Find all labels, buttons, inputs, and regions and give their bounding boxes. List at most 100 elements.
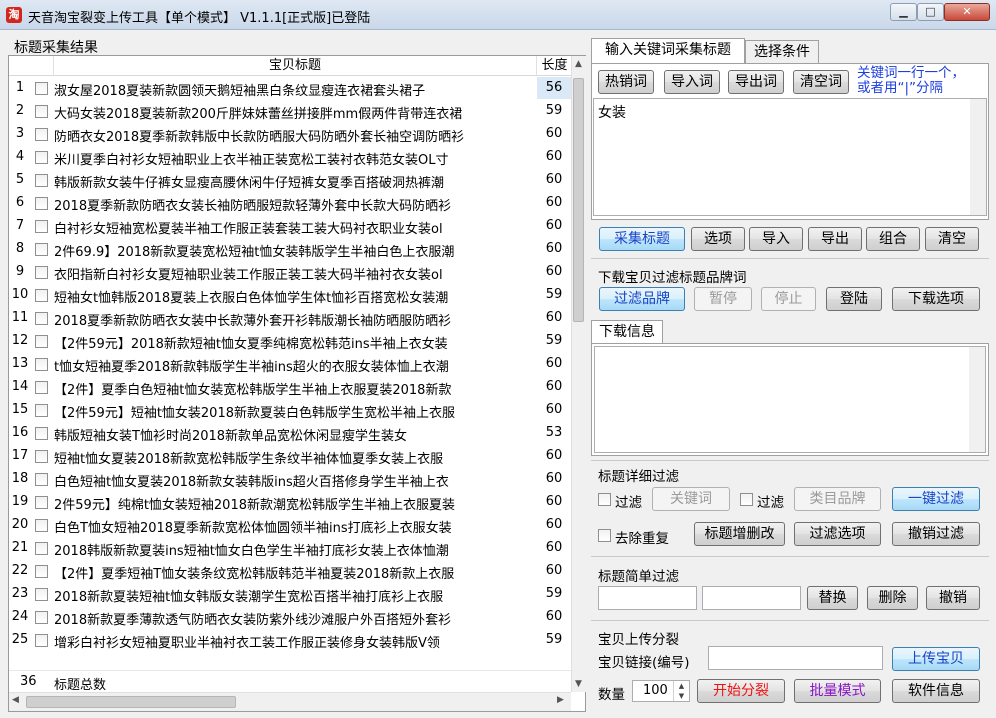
table-row[interactable]: 24 2018新款夏季薄款透气防晒衣女装防紫外线沙滩服户外百搭短外套衫 60 <box>9 606 572 629</box>
one-click-filter-button[interactable]: 一键过滤 <box>892 487 980 511</box>
row-checkbox[interactable] <box>35 82 48 95</box>
row-checkbox[interactable] <box>35 519 48 532</box>
filter-brand-button[interactable]: 过滤品牌 <box>599 287 685 311</box>
table-row[interactable]: 7 白衬衫女短袖宽松夏装半袖工作服正装套装工装大码衬衣职业女装ol 60 <box>9 215 572 238</box>
table-row[interactable]: 2 大码女装2018夏装新款200斤胖妹妹蕾丝拼接胖mm假两件背带连衣裙 59 <box>9 100 572 123</box>
table-row[interactable]: 23 2018新款夏装短袖t恤女韩版女装潮学生宽松百搭半袖打底衫上衣服 59 <box>9 583 572 606</box>
keyword-button[interactable]: 关键词 <box>652 487 730 511</box>
replace-text-input[interactable] <box>702 586 801 610</box>
table-row[interactable]: 1 淑女屋2018夏装新款圆领天鹅短袖黑白条纹显瘦连衣裙套头裙子 56 <box>9 77 572 100</box>
row-checkbox[interactable] <box>35 404 48 417</box>
row-checkbox[interactable] <box>35 266 48 279</box>
replace-button[interactable]: 替换 <box>807 586 858 610</box>
scroll-right-arrow-icon[interactable]: ▶ <box>557 695 564 705</box>
table-row[interactable]: 5 韩版新款女装牛仔裤女显瘦高腰休闲牛仔短裤女夏季百搭破洞热裤潮 60 <box>9 169 572 192</box>
table-row[interactable]: 18 白色短袖t恤女夏装2018新款女装韩版ins超火百搭修身学生半袖上衣 60 <box>9 468 572 491</box>
row-checkbox[interactable] <box>35 565 48 578</box>
category-brand-button[interactable]: 类目品牌 <box>794 487 881 511</box>
tab-select-conditions[interactable]: 选择条件 <box>745 40 819 63</box>
download-info-scrollbar[interactable] <box>969 347 985 452</box>
row-checkbox[interactable] <box>35 542 48 555</box>
maximize-button[interactable]: □ <box>917 3 944 21</box>
close-button[interactable]: ✕ <box>944 3 990 21</box>
table-row[interactable]: 19 2件59元】纯棉t恤女装短袖2018新款潮宽松韩版学生半袖上衣服夏装 60 <box>9 491 572 514</box>
row-checkbox[interactable] <box>35 427 48 440</box>
row-checkbox[interactable] <box>35 611 48 624</box>
table-row[interactable]: 17 短袖t恤女夏装2018新款宽松韩版学生条纹半袖体恤夏季女装上衣服 60 <box>9 445 572 468</box>
row-checkbox[interactable] <box>35 289 48 302</box>
export-words-button[interactable]: 导出词 <box>728 70 784 94</box>
row-checkbox[interactable] <box>35 335 48 348</box>
table-row[interactable]: 14 【2件】夏季白色短袖t恤女装宽松韩版学生半袖上衣服夏装2018新款 60 <box>9 376 572 399</box>
stop-button[interactable]: 停止 <box>761 287 816 311</box>
table-row[interactable]: 25 增彩白衬衫女短袖夏职业半袖衬衣工装工作服正装修身女装韩版V领 59 <box>9 629 572 652</box>
row-checkbox[interactable] <box>35 243 48 256</box>
import-button[interactable]: 导入 <box>749 227 803 251</box>
login-button[interactable]: 登陆 <box>826 287 882 311</box>
clear-button[interactable]: 清空 <box>925 227 979 251</box>
find-text-input[interactable] <box>598 586 697 610</box>
row-checkbox[interactable] <box>35 197 48 210</box>
table-row[interactable]: 8 2件69.9】2018新款夏装宽松短袖t恤女装韩版学生半袖白色上衣服潮 60 <box>9 238 572 261</box>
table-row[interactable]: 3 防晒衣女2018夏季新款韩版中长款防晒服大码防晒外套长袖空调防晒衫 60 <box>9 123 572 146</box>
scroll-down-arrow-icon[interactable]: ▼ <box>571 676 586 692</box>
dedupe-checkbox[interactable] <box>598 529 611 542</box>
item-link-input[interactable] <box>708 646 883 670</box>
tab-input-keywords[interactable]: 输入关键词采集标题 <box>591 38 745 64</box>
scroll-up-arrow-icon[interactable]: ▲ <box>571 56 586 72</box>
scroll-left-arrow-icon[interactable]: ◀ <box>12 695 19 705</box>
clear-words-button[interactable]: 清空词 <box>793 70 849 94</box>
table-row[interactable]: 15 【2件59元】短袖t恤女装2018新款夏装白色韩版学生宽松半袖上衣服 60 <box>9 399 572 422</box>
row-checkbox[interactable] <box>35 381 48 394</box>
pause-button[interactable]: 暂停 <box>694 287 752 311</box>
row-checkbox[interactable] <box>35 174 48 187</box>
table-row[interactable]: 11 2018夏季新款防晒衣女装中长款薄外套开衫韩版潮长袖防晒服防晒衫 60 <box>9 307 572 330</box>
filter-options-button[interactable]: 过滤选项 <box>794 522 881 546</box>
row-checkbox[interactable] <box>35 496 48 509</box>
combine-button[interactable]: 组合 <box>866 227 920 251</box>
options-button[interactable]: 选项 <box>691 227 745 251</box>
delete-button[interactable]: 删除 <box>867 586 918 610</box>
table-row[interactable]: 13 t恤女短袖夏季2018新款韩版学生半袖ins超火的衣服女装体恤上衣潮 60 <box>9 353 572 376</box>
table-row[interactable]: 12 【2件59元】2018新款短袖t恤女夏季纯棉宽松韩范ins半袖上衣女装 59 <box>9 330 572 353</box>
table-row[interactable]: 9 衣阳指新白衬衫女夏短袖职业装工作服正装工装大码半袖衬衣女装ol 60 <box>9 261 572 284</box>
row-checkbox[interactable] <box>35 105 48 118</box>
table-row[interactable]: 21 2018韩版新款夏装ins短袖t恤女白色学生半袖打底衫女装上衣体恤潮 60 <box>9 537 572 560</box>
row-checkbox[interactable] <box>35 450 48 463</box>
row-checkbox[interactable] <box>35 588 48 601</box>
row-checkbox[interactable] <box>35 220 48 233</box>
undo-button[interactable]: 撤销 <box>926 586 980 610</box>
title-edit-button[interactable]: 标题增删改 <box>694 522 785 546</box>
filter-category-checkbox[interactable] <box>740 493 753 506</box>
minimize-button[interactable]: ▁ <box>890 3 917 21</box>
batch-mode-button[interactable]: 批量模式 <box>794 679 881 703</box>
keywords-scrollbar[interactable] <box>970 99 986 215</box>
spinner-arrows-icon[interactable]: ▲ ▼ <box>673 681 689 701</box>
row-checkbox[interactable] <box>35 634 48 647</box>
vertical-scroll-thumb[interactable] <box>573 78 584 322</box>
header-length[interactable]: 长度 <box>537 56 572 76</box>
row-checkbox[interactable] <box>35 358 48 371</box>
software-info-button[interactable]: 软件信息 <box>892 679 980 703</box>
upload-item-button[interactable]: 上传宝贝 <box>892 647 980 671</box>
table-row[interactable]: 10 短袖女t恤韩版2018夏装上衣服白色体恤学生体t恤衫百搭宽松女装潮 59 <box>9 284 572 307</box>
hot-words-button[interactable]: 热销词 <box>598 70 654 94</box>
row-checkbox[interactable] <box>35 151 48 164</box>
row-checkbox[interactable] <box>35 312 48 325</box>
table-row[interactable]: 20 白色T恤女短袖2018夏季新款宽松体恤圆领半袖ins打底衫上衣服女装 60 <box>9 514 572 537</box>
row-checkbox[interactable] <box>35 128 48 141</box>
undo-filter-button[interactable]: 撤销过滤 <box>892 522 980 546</box>
filter-keyword-checkbox[interactable] <box>598 493 611 506</box>
import-words-button[interactable]: 导入词 <box>664 70 720 94</box>
start-split-button[interactable]: 开始分裂 <box>697 679 785 703</box>
tab-download-info[interactable]: 下载信息 <box>591 320 663 344</box>
horizontal-scroll-thumb[interactable] <box>26 696 236 708</box>
export-button[interactable]: 导出 <box>808 227 862 251</box>
download-options-button[interactable]: 下载选项 <box>892 287 980 311</box>
row-checkbox[interactable] <box>35 473 48 486</box>
table-row[interactable]: 16 韩版短袖女装T恤衫时尚2018新款单品宽松休闲显瘦学生装女 53 <box>9 422 572 445</box>
download-info-textarea[interactable] <box>594 346 986 453</box>
keywords-textarea[interactable]: 女装 <box>593 98 987 216</box>
table-row[interactable]: 22 【2件】夏季短袖T恤女装条纹宽松韩版韩范半袖夏装2018新款上衣服 60 <box>9 560 572 583</box>
header-title[interactable]: 宝贝标题 <box>54 56 537 76</box>
